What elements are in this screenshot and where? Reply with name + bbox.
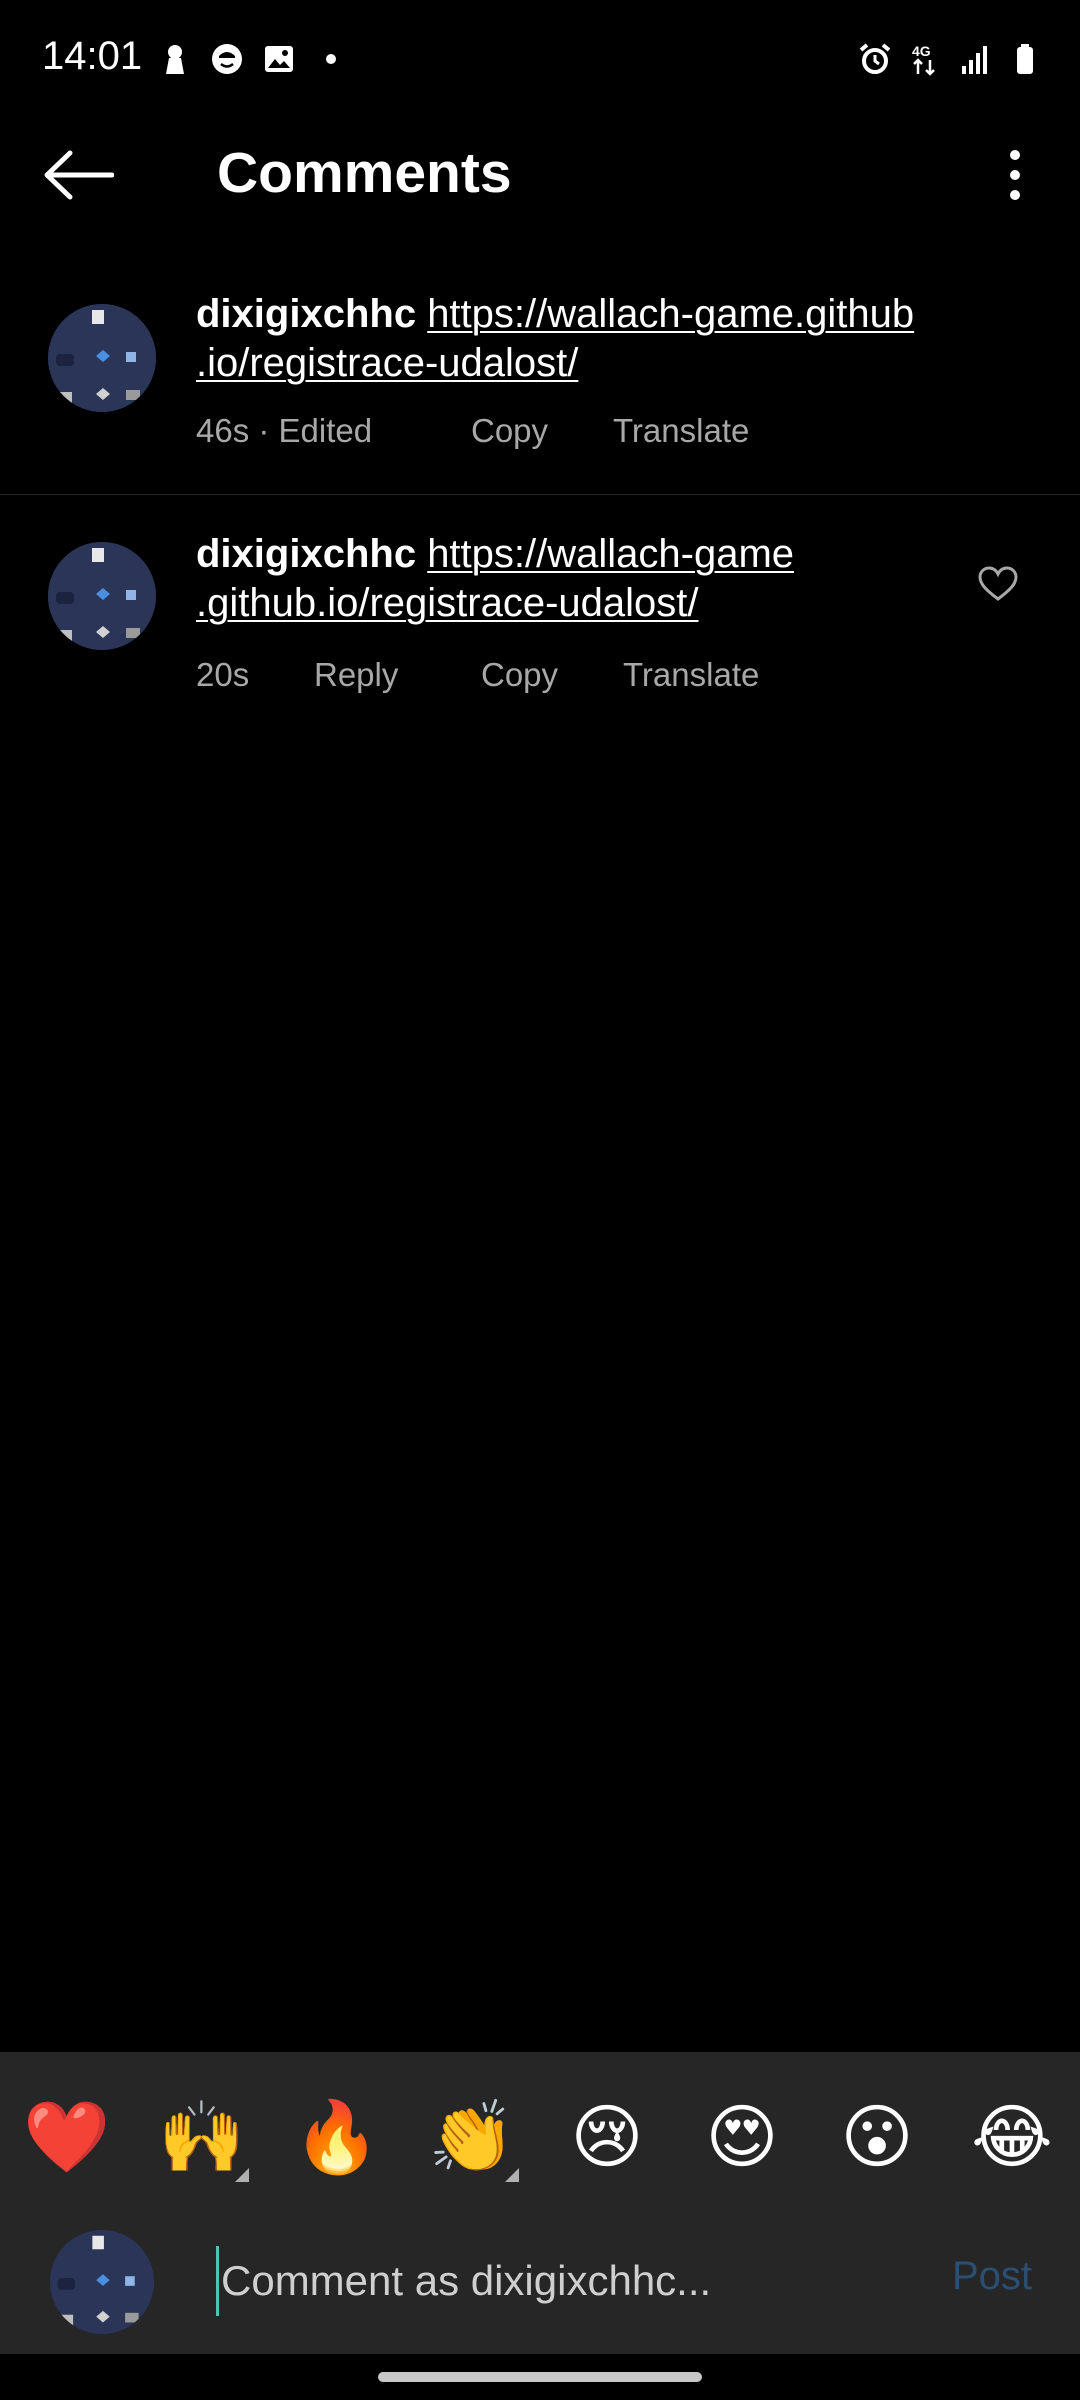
emoji-crying[interactable]: 😢 [562,2092,652,2182]
avatar [50,2230,154,2334]
more-options-button[interactable] [990,140,1040,210]
comment-meta: 20s Reply Copy Translate [196,656,759,694]
avatar[interactable] [48,542,156,650]
lock-person-icon [158,42,192,76]
translate-button[interactable]: Translate [613,412,749,450]
comment-username[interactable]: dixigixchhc [196,292,416,336]
emoji-quick-reactions: ❤️ 🙌 🔥 👏 😢 😍 😮 😂 [0,2092,1080,2182]
page-title: Comments [217,141,512,205]
comment-time: 46s · Edited [196,412,373,449]
status-time: 14:01 [42,34,143,78]
skin-tone-indicator [235,2168,249,2182]
comment-composer: Post [0,2224,1080,2354]
like-button[interactable] [978,566,1018,606]
comment-composer-panel: ❤️ 🙌 🔥 👏 😢 😍 😮 😂 Post [0,2052,1080,2354]
reply-button[interactable]: Reply [314,656,481,694]
arrow-left-icon [44,150,114,200]
image-icon [262,42,296,76]
emoji-fire[interactable]: 🔥 [292,2092,382,2182]
comment-time: 20s [196,656,250,693]
comment-input[interactable] [216,2246,916,2316]
face-icon [210,42,244,76]
comment-item: dixigixchhc https://wallach-game.github.… [0,290,1080,495]
comment-text: dixigixchhc https://wallach-game.github.… [196,530,956,628]
gesture-navigation-bar[interactable] [378,2372,702,2382]
emoji-heart[interactable]: ❤️ [22,2092,112,2182]
post-button[interactable]: Post [952,2254,1032,2299]
header: Comments [0,120,1080,225]
comment-username[interactable]: dixigixchhc [196,532,416,576]
more-vertical-icon [1010,150,1020,200]
emoji-heart-eyes[interactable]: 😍 [697,2092,787,2182]
battery-icon [1008,42,1042,76]
skin-tone-indicator [505,2168,519,2182]
copy-button[interactable]: Copy [471,412,613,450]
back-button[interactable] [42,142,122,208]
alarm-icon [858,42,892,76]
network-4g-icon: 4G [908,42,942,76]
comment-item: dixigixchhc https://wallach-game.github.… [0,530,1080,730]
emoji-surprised[interactable]: 😮 [832,2092,922,2182]
translate-button[interactable]: Translate [623,656,759,694]
svg-text:4G: 4G [912,43,931,59]
status-left-icons [158,42,348,76]
comment-meta: 46s · Edited Copy Translate [196,412,749,450]
emoji-raised-hands[interactable]: 🙌 [157,2092,249,2182]
status-bar: 14:01 4G [0,0,1080,120]
dot-icon [314,42,348,76]
heart-outline-icon [978,566,1018,601]
signal-icon [958,42,992,76]
emoji-clapping[interactable]: 👏 [427,2092,519,2182]
copy-button[interactable]: Copy [481,656,623,694]
avatar[interactable] [48,304,156,412]
status-right-icons: 4G [858,42,1042,76]
comment-text: dixigixchhc https://wallach-game.github.… [196,290,956,388]
emoji-laughing[interactable]: 😂 [967,2092,1057,2182]
